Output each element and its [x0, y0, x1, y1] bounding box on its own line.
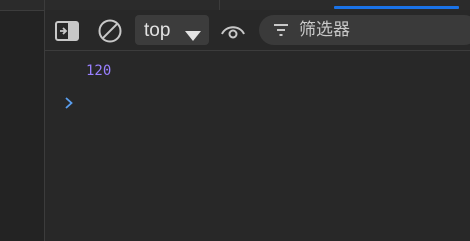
- live-expression-button[interactable]: [219, 17, 247, 45]
- filter-input[interactable]: [299, 20, 439, 40]
- left-panel: [0, 0, 45, 241]
- chevron-right-icon: [62, 95, 76, 114]
- sidebar-toggle-button[interactable]: [53, 17, 81, 45]
- active-tab-indicator: [334, 6, 459, 9]
- console-prompt[interactable]: [62, 95, 76, 109]
- context-selected-label: top: [144, 19, 171, 41]
- filter-icon: [273, 23, 289, 37]
- execution-context-select[interactable]: top: [135, 15, 209, 45]
- clear-console-icon: [97, 18, 123, 44]
- filter-field[interactable]: [259, 15, 470, 45]
- left-tabstrip: [0, 0, 44, 11]
- console-result-value[interactable]: 120: [86, 63, 111, 79]
- sidebar-toggle-icon: [54, 20, 80, 42]
- clear-console-button[interactable]: [96, 17, 124, 45]
- eye-icon: [220, 21, 246, 41]
- console-output[interactable]: 120: [45, 51, 470, 241]
- tab-divider: [219, 0, 220, 10]
- console-toolbar: top: [45, 10, 470, 51]
- caret-down-icon: [185, 26, 201, 45]
- devtools-console-panel: top 筛选器 120: [0, 0, 470, 241]
- panel-tabstrip: [45, 0, 470, 10]
